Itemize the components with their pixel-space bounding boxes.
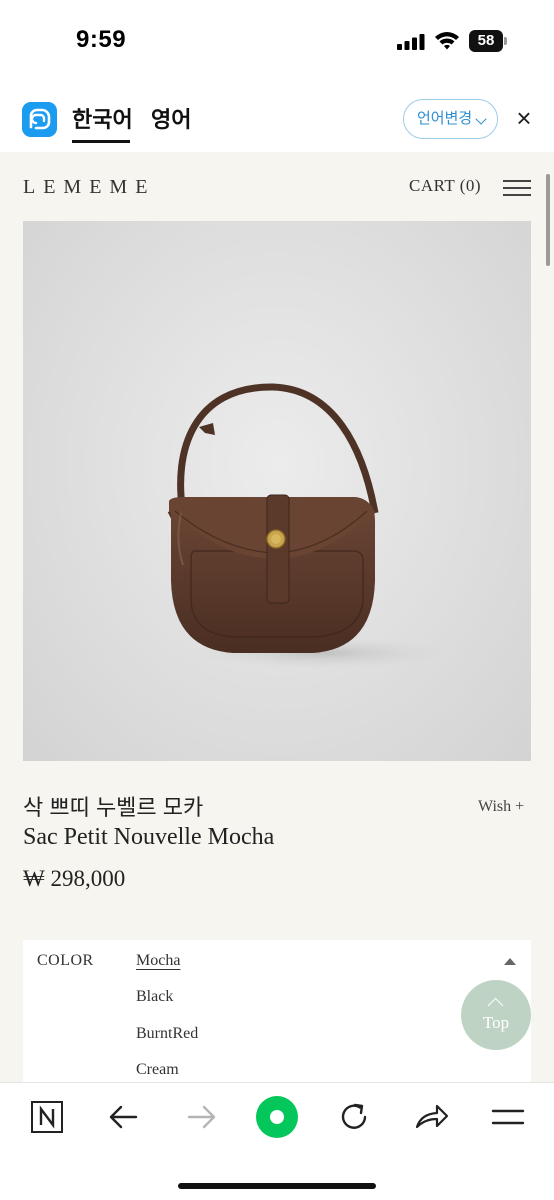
battery-level: 58 bbox=[469, 30, 503, 52]
cellular-signal-icon bbox=[397, 34, 425, 50]
green-dot-icon[interactable] bbox=[255, 1095, 299, 1139]
status-time: 9:59 bbox=[76, 26, 127, 53]
forward-arrow-icon[interactable] bbox=[181, 1097, 221, 1137]
hamburger-icon[interactable] bbox=[503, 180, 531, 196]
change-language-button[interactable]: 언어변경 bbox=[403, 99, 498, 139]
tab-korean[interactable]: 한국어 bbox=[72, 102, 133, 134]
naver-home-icon[interactable] bbox=[27, 1097, 67, 1137]
wifi-icon bbox=[435, 32, 459, 50]
scrollbar[interactable] bbox=[546, 174, 550, 266]
cart-link[interactable]: CART (0) bbox=[409, 176, 481, 196]
web-page: LEMEME CART (0) 삭 쁘띠 누벨르 모카 Sac Petit No… bbox=[0, 152, 554, 1082]
active-tab-underline bbox=[72, 140, 130, 143]
menu-icon[interactable] bbox=[488, 1097, 528, 1137]
battery-icon: 58 bbox=[469, 30, 507, 52]
home-indicator[interactable] bbox=[178, 1183, 376, 1189]
product-image[interactable] bbox=[23, 221, 531, 761]
share-icon[interactable] bbox=[411, 1097, 451, 1137]
product-name-korean: 삭 쁘띠 누벨르 모카 bbox=[23, 795, 204, 820]
translate-bar: 한국어 영어 언어변경 × bbox=[0, 82, 554, 152]
product-price: ₩ 298,000 bbox=[23, 866, 126, 891]
color-option-cream[interactable]: Cream bbox=[136, 1061, 179, 1079]
chevron-down-icon bbox=[475, 113, 487, 125]
chevron-up-icon bbox=[487, 997, 504, 1014]
brand-logo[interactable]: LEMEME bbox=[23, 176, 155, 199]
reload-icon[interactable] bbox=[334, 1097, 374, 1137]
color-option-black[interactable]: Black bbox=[136, 988, 173, 1006]
papago-logo-icon[interactable] bbox=[22, 102, 57, 137]
color-options: COLOR Mocha Black BurntRed Cream bbox=[23, 940, 531, 1082]
product-name-english: Sac Petit Nouvelle Mocha bbox=[23, 824, 275, 850]
browser-toolbar bbox=[0, 1082, 554, 1200]
scroll-top-label: Top bbox=[482, 1013, 510, 1032]
status-bar: 9:59 58 bbox=[0, 0, 554, 82]
close-icon[interactable]: × bbox=[512, 105, 536, 131]
color-option-label: COLOR bbox=[37, 952, 94, 969]
wish-button[interactable]: Wish + bbox=[478, 798, 524, 816]
tab-english[interactable]: 영어 bbox=[151, 102, 191, 134]
back-arrow-icon[interactable] bbox=[104, 1097, 144, 1137]
color-option-burntred[interactable]: BurntRed bbox=[136, 1025, 198, 1043]
bag-illustration bbox=[167, 383, 453, 669]
change-language-label: 언어변경 bbox=[417, 110, 473, 127]
scroll-top-button[interactable]: Top bbox=[461, 980, 531, 1050]
color-option-mocha[interactable]: Mocha bbox=[136, 952, 180, 970]
collapse-arrow-icon[interactable] bbox=[504, 958, 516, 965]
